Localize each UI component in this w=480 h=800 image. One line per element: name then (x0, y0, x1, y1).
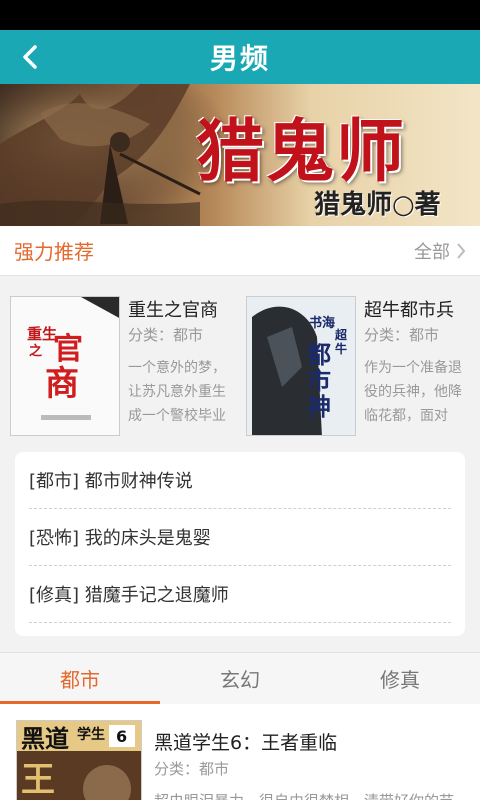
book-cover: 重生 之 官 商 (10, 296, 120, 436)
svg-text:市: 市 (307, 366, 331, 395)
book-description: 作为一个准备退 役的兵神，他降 临花都，面对 (364, 360, 462, 424)
banner[interactable]: 猎鬼师 猎鬼师○著 (0, 84, 480, 226)
view-all-label: 全部 (414, 241, 450, 263)
page-title: 男频 (209, 42, 270, 75)
svg-text:黑道: 黑道 (21, 724, 69, 753)
svg-text:都: 都 (306, 340, 331, 369)
book-category: 分类：都市 (364, 326, 440, 344)
tab-xuanhuan[interactable]: 玄幻 (160, 653, 320, 704)
book-list-item[interactable]: 黑道 学生 6 王 黑道学生6：王者重临 分类：都市 超虫眼泪暴力，很自由很焚相… (0, 704, 480, 800)
chevron-right-icon (457, 242, 466, 259)
svg-text:6: 6 (116, 727, 127, 746)
book-title: 黑道学生6：王者重临 (154, 732, 338, 754)
svg-text:王: 王 (21, 760, 55, 800)
svg-text:商: 商 (45, 364, 79, 404)
featured-book-card[interactable]: 书海 超 牛 都 市 神 超牛都市兵 分类：都市 作为一个准备退 役的兵神，他降… (246, 296, 476, 436)
title-bar: 男频 (0, 30, 480, 84)
tab-xiuzhen[interactable]: 修真 (320, 653, 480, 704)
book-description: 超虫眼泪暴力，很自由很焚相，清带好你的节 (154, 790, 474, 800)
list-item[interactable]: [恐怖] 我的床头是鬼婴 (29, 509, 451, 566)
book-title: 超牛都市兵 (364, 300, 454, 321)
book-cover: 黑道 学生 6 王 (16, 720, 142, 800)
banner-author: 猎鬼师○著 (314, 190, 441, 220)
book-category: 分类：都市 (128, 326, 204, 344)
svg-text:官: 官 (53, 332, 83, 367)
svg-text:超: 超 (334, 327, 348, 342)
tab-dushi[interactable]: 都市 (0, 653, 160, 704)
book-category: 分类：都市 (154, 760, 230, 778)
recommend-header: 强力推荐 全部 (0, 226, 480, 276)
svg-text:之: 之 (29, 343, 42, 359)
banner-title: 猎鬼师 (196, 112, 407, 192)
back-button[interactable] (8, 30, 52, 84)
view-all-link[interactable]: 全部 (414, 238, 466, 264)
book-description: 一个意外的梦， 让苏凡意外重生 成一个警校毕业 (128, 360, 226, 424)
list-item[interactable]: [都市] 都市财神传说 (29, 452, 451, 509)
book-cover: 书海 超 牛 都 市 神 (246, 296, 356, 436)
back-arrow-icon (23, 45, 37, 69)
book-title: 重生之官商 (128, 300, 218, 321)
svg-text:书海: 书海 (309, 315, 335, 331)
list-item[interactable]: [修真] 猎魔手记之退魔师 (29, 566, 451, 623)
recommend-list: [都市] 都市财神传说 [恐怖] 我的床头是鬼婴 [修真] 猎魔手记之退魔师 (15, 452, 465, 636)
svg-text:牛: 牛 (335, 341, 347, 356)
status-bar (0, 0, 480, 30)
svg-text:学生: 学生 (77, 726, 105, 743)
category-tabs: 都市 玄幻 修真 (0, 652, 480, 704)
svg-text:神: 神 (307, 392, 331, 421)
section-title: 强力推荐 (14, 240, 94, 264)
featured-book-card[interactable]: 重生 之 官 商 重生之官商 分类：都市 一个意外的梦， 让苏凡意外重生 成一个… (10, 296, 240, 436)
